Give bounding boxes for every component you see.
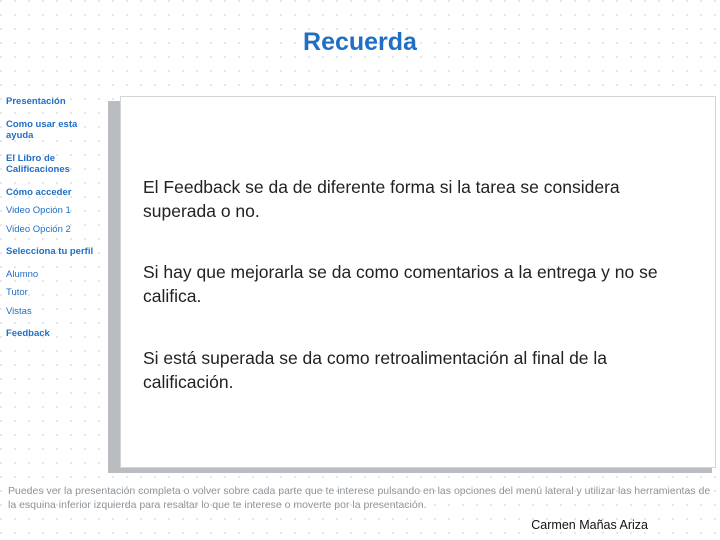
slide: Recuerda Presentación Como usar esta ayu… — [0, 0, 720, 540]
body-paragraph-2: Si hay que mejorarla se da como comentar… — [143, 262, 658, 306]
page-title: Recuerda — [303, 28, 417, 56]
sidebar-nav: Presentación Como usar esta ayuda El Lib… — [6, 96, 102, 340]
body-paragraph-3: Si está superada se da como retroaliment… — [143, 348, 608, 392]
sidebar-item-tutor[interactable]: Tutor — [6, 287, 102, 299]
content-panel-body: El Feedback se da de diferente forma si … — [143, 175, 688, 394]
sidebar-item-presentacion[interactable]: Presentación — [6, 96, 102, 108]
footnote-text: Puedes ver la presentación completa o vo… — [8, 485, 711, 511]
sidebar-item-el-libro-de-calificaciones[interactable]: El Libro de Calificaciones — [6, 153, 102, 176]
sidebar-item-selecciona-tu-perfil[interactable]: Selecciona tu perfil — [6, 246, 102, 258]
sidebar-item-video-opcion-2[interactable]: Video Opción 2 — [6, 224, 102, 236]
sidebar-item-como-acceder[interactable]: Cómo acceder — [6, 187, 102, 199]
sidebar-item-alumno[interactable]: Alumno — [6, 269, 102, 281]
sidebar-item-como-usar-esta-ayuda[interactable]: Como usar esta ayuda — [6, 119, 102, 142]
sidebar-item-video-opcion-1[interactable]: Video Opción 1 — [6, 205, 102, 217]
author-credit: Carmen Mañas Ariza — [531, 518, 648, 532]
sidebar-item-vistas[interactable]: Vistas — [6, 306, 102, 318]
sidebar-item-feedback[interactable]: Feedback — [6, 328, 102, 340]
body-paragraph-1: El Feedback se da de diferente forma si … — [143, 177, 620, 221]
